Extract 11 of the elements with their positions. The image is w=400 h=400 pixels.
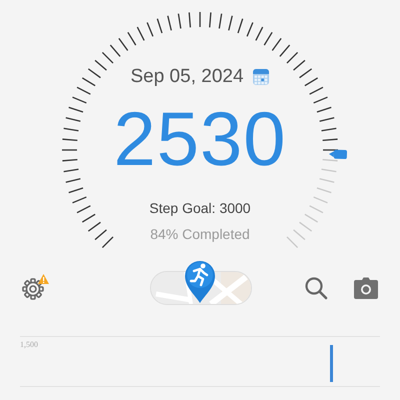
search-icon[interactable] [304, 276, 328, 300]
step-goal-label: Step Goal: 3000 [149, 200, 251, 216]
chart-bar [330, 345, 333, 382]
step-count: 2530 [113, 102, 287, 178]
camera-icon[interactable] [354, 277, 378, 299]
runner-pin-icon [183, 259, 217, 303]
calendar-icon[interactable] [252, 68, 270, 86]
completion-label: 84% Completed [150, 226, 250, 242]
settings-icon[interactable] [22, 275, 48, 301]
axis-label: 1,500 [20, 340, 38, 349]
date-label: Sep 05, 2024 [130, 66, 244, 88]
